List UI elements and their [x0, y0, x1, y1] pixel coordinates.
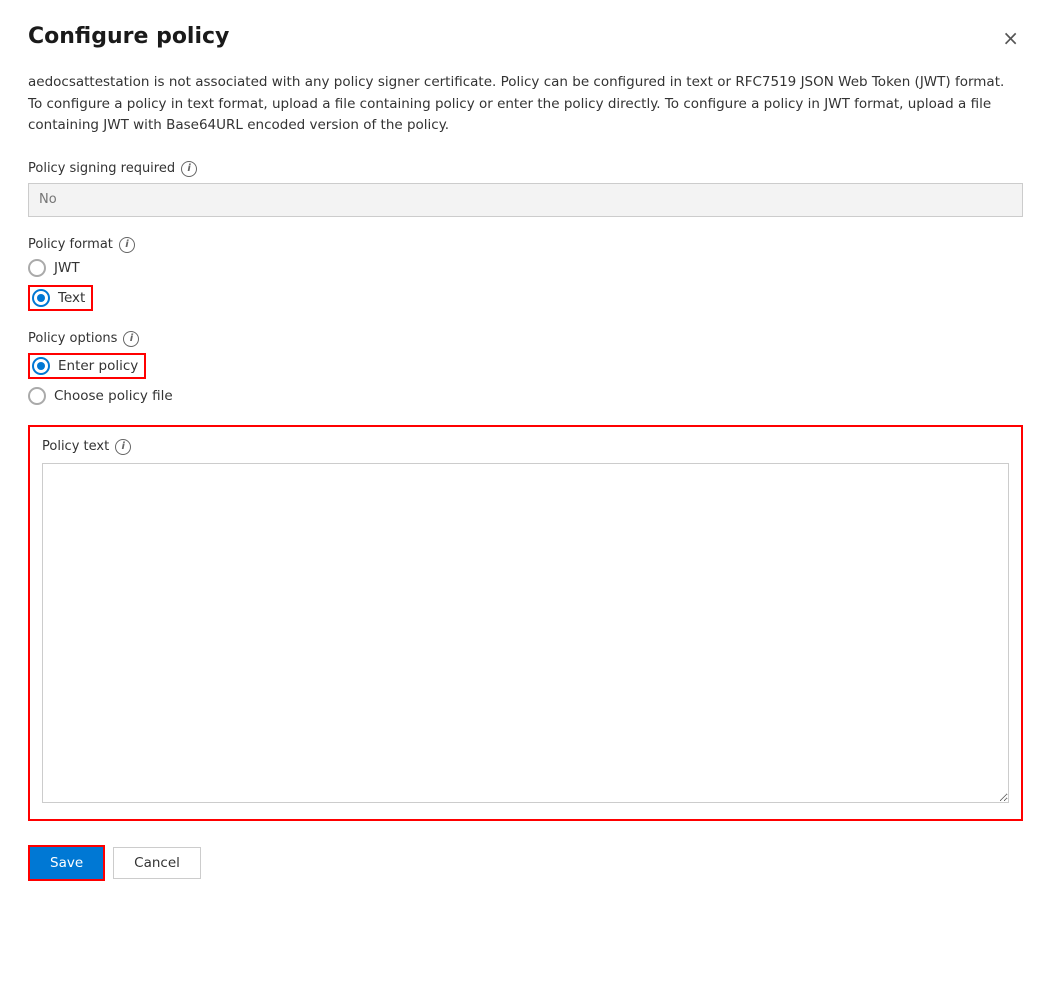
dialog-header: Configure policy × — [28, 24, 1023, 52]
policy-signing-label: Policy signing required i — [28, 161, 1023, 177]
policy-options-file-label: Choose policy file — [54, 388, 173, 404]
save-button-wrapper: Save — [28, 845, 105, 881]
policy-text-info-icon[interactable]: i — [115, 439, 131, 455]
policy-options-enter-label: Enter policy — [58, 358, 138, 374]
policy-format-label: Policy format i — [28, 237, 1023, 253]
policy-format-jwt-option[interactable]: JWT — [28, 259, 1023, 277]
policy-format-text-option[interactable]: Text — [28, 285, 93, 311]
policy-format-jwt-radio[interactable] — [28, 259, 46, 277]
policy-options-enter-radio[interactable] — [32, 357, 50, 375]
policy-format-radio-group: JWT Text — [28, 259, 1023, 311]
cancel-button[interactable]: Cancel — [113, 847, 201, 879]
save-button[interactable]: Save — [30, 847, 103, 879]
policy-options-label: Policy options i — [28, 331, 1023, 347]
configure-policy-dialog: Configure policy × aedocsattestation is … — [0, 0, 1051, 986]
policy-format-jwt-label: JWT — [54, 260, 80, 276]
policy-options-radio-group: Enter policy Choose policy file — [28, 353, 1023, 405]
policy-options-file-option[interactable]: Choose policy file — [28, 387, 1023, 405]
policy-text-label: Policy text i — [42, 439, 1009, 455]
policy-format-text-label: Text — [58, 290, 85, 306]
policy-signing-input[interactable] — [28, 183, 1023, 217]
policy-text-section: Policy text i — [28, 425, 1023, 821]
close-button[interactable]: × — [998, 24, 1023, 52]
policy-format-text-radio[interactable] — [32, 289, 50, 307]
dialog-title: Configure policy — [28, 24, 229, 49]
policy-signing-section: Policy signing required i — [28, 161, 1023, 217]
policy-options-info-icon[interactable]: i — [123, 331, 139, 347]
policy-options-file-radio[interactable] — [28, 387, 46, 405]
policy-signing-info-icon[interactable]: i — [181, 161, 197, 177]
button-row: Save Cancel — [28, 845, 1023, 881]
description-text: aedocsattestation is not associated with… — [28, 72, 1008, 137]
policy-text-input[interactable] — [42, 463, 1009, 803]
policy-options-enter-option[interactable]: Enter policy — [28, 353, 146, 379]
policy-format-info-icon[interactable]: i — [119, 237, 135, 253]
policy-options-section: Policy options i Enter policy Choose pol… — [28, 331, 1023, 405]
policy-format-section: Policy format i JWT Text — [28, 237, 1023, 311]
